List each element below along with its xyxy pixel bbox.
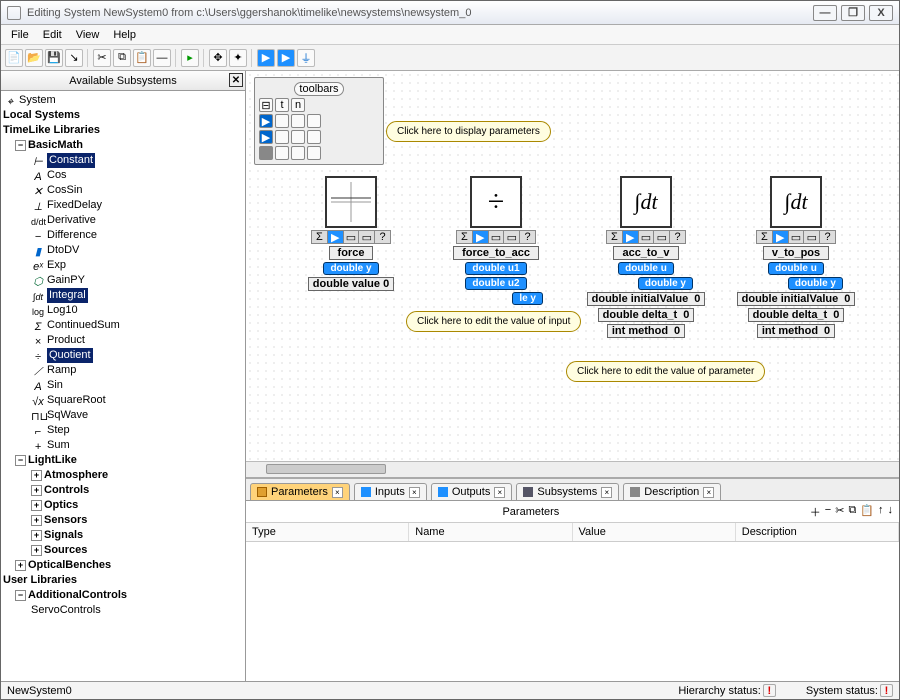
new-icon[interactable]: 📄 <box>5 49 23 67</box>
menu-view[interactable]: View <box>70 27 106 43</box>
integral-icon: ∫dt <box>620 176 672 228</box>
menu-file[interactable]: File <box>5 27 35 43</box>
cut-icon[interactable]: ✂ <box>93 49 111 67</box>
param-remove-icon[interactable]: − <box>825 504 831 520</box>
collapse-icon[interactable]: ✥ <box>209 49 227 67</box>
collapse-toggle[interactable]: − <box>15 140 26 151</box>
delete-icon[interactable]: — <box>153 49 171 67</box>
menu-help[interactable]: Help <box>107 27 142 43</box>
system-status-icon[interactable]: ! <box>880 684 893 697</box>
panel-header: Available Subsystems ✕ <box>1 71 245 91</box>
integral-icon: ∫dt <box>770 176 822 228</box>
params-column-headers: Type Name Value Description <box>246 523 899 542</box>
diagram-canvas[interactable]: toolbars ⊟tn ▶ ▶ Click here to display p… <box>246 71 899 477</box>
status-bar: NewSystem0 Hierarchy status: ! System st… <box>1 681 899 699</box>
diagram-canvas-wrap: toolbars ⊟tn ▶ ▶ Click here to display p… <box>246 71 899 479</box>
node-acc-to-v[interactable]: ∫dt Σ▶▭▭? acc_to_v double u double y dou… <box>581 176 711 338</box>
bottom-tabstrip: Parameters× Inputs× Outputs× Subsystems×… <box>246 479 899 501</box>
tab-subsystems[interactable]: Subsystems× <box>516 483 619 500</box>
menu-edit[interactable]: Edit <box>37 27 68 43</box>
param-paste-icon[interactable]: 📋 <box>860 504 874 520</box>
tree-item-quotient[interactable]: Quotient <box>47 348 93 363</box>
menu-bar: File Edit View Help <box>1 25 899 45</box>
window-minimize-button[interactable]: — <box>813 5 837 21</box>
system-status-label: System status: <box>806 685 878 697</box>
tab-inputs[interactable]: Inputs× <box>354 483 427 500</box>
run-icon[interactable]: ▸ <box>181 49 199 67</box>
param-cut-icon[interactable]: ✂ <box>835 504 844 520</box>
node-v-to-pos[interactable]: ∫dt Σ▶▭▭? v_to_pos double u double y dou… <box>731 176 861 338</box>
paste-icon[interactable]: 📋 <box>133 49 151 67</box>
params-table-body[interactable] <box>246 542 899 681</box>
window-titlebar: Editing System NewSystem0 from c:\Users\… <box>1 1 899 25</box>
open-icon[interactable]: 📂 <box>25 49 43 67</box>
available-subsystems-panel: Available Subsystems ✕ ⌖System Local Sys… <box>1 71 246 681</box>
port-in-icon[interactable]: ▶ <box>257 49 275 67</box>
sink-icon[interactable]: ⏚ <box>297 49 315 67</box>
hierarchy-status-icon[interactable]: ! <box>763 684 776 697</box>
window-title: Editing System NewSystem0 from c:\Users\… <box>27 7 813 19</box>
toolbox-title: toolbars <box>294 82 343 96</box>
param-down-icon[interactable]: ↓ <box>888 504 894 520</box>
window-maximize-button[interactable]: ❐ <box>841 5 865 21</box>
tab-parameters[interactable]: Parameters× <box>250 483 350 500</box>
tip-edit-param: Click here to edit the value of paramete… <box>566 361 765 382</box>
saveas-icon[interactable]: ↘ <box>65 49 83 67</box>
tab-description[interactable]: Description× <box>623 483 721 500</box>
expand-icon[interactable]: ✦ <box>229 49 247 67</box>
hierarchy-status-label: Hierarchy status: <box>678 685 761 697</box>
app-icon <box>7 6 21 20</box>
panel-close-button[interactable]: ✕ <box>229 73 243 87</box>
divide-icon: ÷ <box>470 176 522 228</box>
param-add-icon[interactable]: ＋ <box>810 504 821 520</box>
close-icon[interactable]: × <box>332 487 343 498</box>
parameters-panel: Parameters ＋ − ✂ ⧉ 📋 ↑ ↓ Type Name Value… <box>246 501 899 681</box>
tree-item-constant[interactable]: Constant <box>47 153 95 168</box>
param-up-icon[interactable]: ↑ <box>878 504 884 520</box>
node-force[interactable]: Σ▶▭▭? force double y double value 0 <box>286 176 416 291</box>
param-copy-icon[interactable]: ⧉ <box>848 504 856 520</box>
window-close-button[interactable]: X <box>869 5 893 21</box>
tree-item-integral[interactable]: Integral <box>47 288 88 303</box>
main-toolbar: 📄 📂 💾 ↘ ✂ ⧉ 📋 — ▸ ✥ ✦ ▶ ▶ ⏚ <box>1 45 899 71</box>
save-icon[interactable]: 💾 <box>45 49 63 67</box>
constant-graph-icon <box>325 176 377 228</box>
system-icon: ⌖ <box>3 95 17 107</box>
tip-edit-input: Click here to edit the value of input <box>406 311 581 332</box>
params-heading: Parameters <box>252 506 810 518</box>
canvas-h-scrollbar[interactable] <box>246 461 899 477</box>
node-force-to-acc[interactable]: ÷ Σ▶▭▭? force_to_acc double u1 double u2… <box>431 176 561 305</box>
port-out-icon[interactable]: ▶ <box>277 49 295 67</box>
subsystem-tree[interactable]: ⌖System Local Systems TimeLike Libraries… <box>1 91 245 681</box>
copy-icon[interactable]: ⧉ <box>113 49 131 67</box>
status-left: NewSystem0 <box>7 685 72 697</box>
floating-toolbox[interactable]: toolbars ⊟tn ▶ ▶ <box>254 77 384 165</box>
tip-display-params: Click here to display parameters <box>386 121 551 142</box>
panel-title: Available Subsystems <box>69 75 176 87</box>
tab-outputs[interactable]: Outputs× <box>431 483 513 500</box>
